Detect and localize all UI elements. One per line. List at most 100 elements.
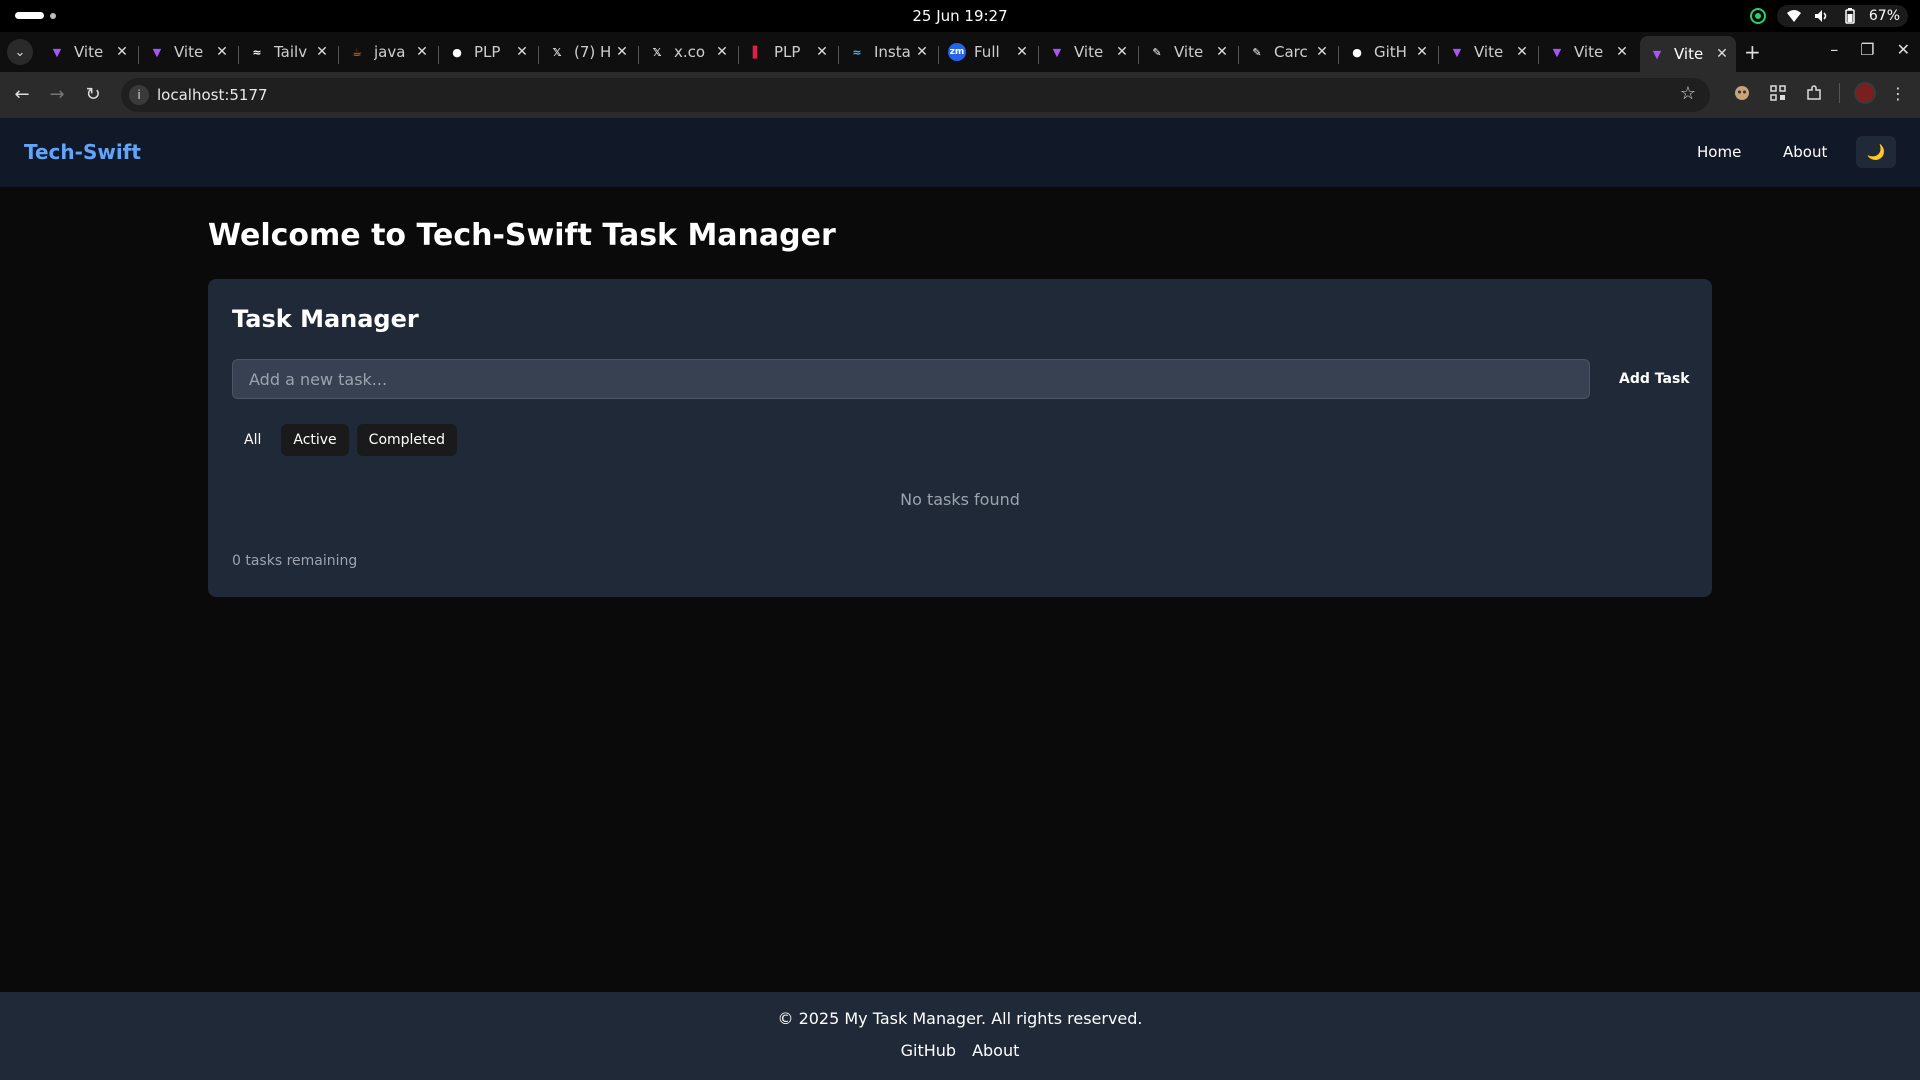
vite-icon: ▼: [152, 45, 162, 59]
new-tab-button[interactable]: +: [1744, 40, 1761, 64]
extensions-puzzle-icon[interactable]: [1803, 82, 1825, 104]
tab-separator: [1038, 46, 1039, 64]
tab-close-icon[interactable]: ✕: [814, 44, 830, 60]
tab-close-icon[interactable]: ✕: [314, 44, 330, 60]
pen-icon: ✎: [1152, 45, 1162, 59]
tab-title: PLP: [774, 43, 801, 61]
profile-avatar[interactable]: [1854, 82, 1876, 104]
tab-close-icon[interactable]: ✕: [614, 44, 630, 60]
tab-search-button[interactable]: ⌄: [7, 39, 33, 65]
browser-tab-strip: ⌄ ▼ Vite ✕ ▼ Vite ✕ ≈ Tailv ✕ ☕ java ✕ ● PLP ✕ 𝕏 (7) H ✕ 𝕏…: [0, 32, 1920, 72]
java-icon: ☕: [352, 45, 362, 59]
tab-close-icon[interactable]: ✕: [1714, 46, 1730, 62]
browser-menu-icon[interactable]: ⋮: [1890, 84, 1906, 103]
browser-tab[interactable]: ▼ Vite ✕: [40, 36, 136, 68]
back-icon[interactable]: ←: [11, 84, 33, 105]
footer-about-link[interactable]: About: [972, 1041, 1019, 1060]
tab-close-icon[interactable]: ✕: [1614, 44, 1630, 60]
toolbar-divider: [1839, 83, 1840, 103]
volume-icon: [1813, 7, 1831, 25]
theme-toggle-button[interactable]: 🌙: [1856, 136, 1896, 168]
add-task-button[interactable]: Add Task: [1607, 361, 1702, 397]
maximize-icon[interactable]: ❐: [1860, 40, 1874, 59]
zm-icon: zm: [948, 43, 966, 61]
browser-tab[interactable]: ● GitH ✕: [1340, 36, 1436, 68]
tasks-remaining-count: 0 tasks remaining: [232, 553, 358, 569]
tab-close-icon[interactable]: ✕: [114, 44, 130, 60]
tab-separator: [138, 46, 139, 64]
browser-toolbar: ← → ↻ i localhost:5177 ☆ ⋮: [0, 72, 1920, 118]
tab-title: Vite: [74, 43, 104, 61]
page-title: Welcome to Tech-Swift Task Manager: [208, 218, 836, 253]
vite-icon: ▼: [1052, 45, 1062, 59]
browser-tab[interactable]: ▌ PLP ✕: [740, 36, 836, 68]
site-info-icon[interactable]: i: [129, 85, 149, 105]
minimize-icon[interactable]: –: [1830, 40, 1838, 59]
tab-title: Insta: [874, 43, 911, 61]
browser-tab[interactable]: 𝕏x.co ✕: [640, 36, 736, 68]
browser-tab[interactable]: ✎ Vite ✕: [1140, 36, 1236, 68]
moon-icon: 🌙: [1866, 143, 1886, 161]
close-window-icon[interactable]: ✕: [1897, 40, 1910, 59]
tab-separator: [1538, 46, 1539, 64]
tab-close-icon[interactable]: ✕: [414, 44, 430, 60]
browser-tab[interactable]: ▼ Vite ✕: [1540, 36, 1636, 68]
browser-tab[interactable]: ● PLP ✕: [440, 36, 536, 68]
tab-close-icon[interactable]: ✕: [1414, 44, 1430, 60]
browser-tab[interactable]: ≈ Tailv ✕: [240, 36, 336, 68]
nav-home-link[interactable]: Home: [1697, 143, 1741, 161]
footer-github-link[interactable]: GitHub: [901, 1041, 956, 1060]
vite-icon: ▼: [1452, 45, 1462, 59]
tab-close-icon[interactable]: ✕: [1514, 44, 1530, 60]
vite-icon: ▼: [1652, 47, 1662, 61]
qr-code-icon[interactable]: [1767, 82, 1789, 104]
battery-percent: 67%: [1868, 8, 1900, 24]
tab-close-icon[interactable]: ✕: [914, 44, 930, 60]
system-status-area[interactable]: 67%: [1776, 5, 1908, 27]
browser-tab[interactable]: ▼ Vite ✕: [1040, 36, 1136, 68]
browser-tab[interactable]: zm Full ✕: [940, 36, 1036, 68]
x-icon: 𝕏: [552, 45, 562, 59]
tab-close-icon[interactable]: ✕: [1214, 44, 1230, 60]
brand-logo[interactable]: Tech-Swift: [24, 140, 141, 164]
tailwind-icon: ≈: [852, 45, 862, 59]
tab-title: Vite: [1174, 43, 1204, 61]
tab-title: Full: [974, 43, 1000, 61]
tab-close-icon[interactable]: ✕: [1314, 44, 1330, 60]
tab-separator: [1138, 46, 1139, 64]
tab-title: Vite: [1074, 43, 1104, 61]
nav-about-link[interactable]: About: [1783, 143, 1827, 161]
filter-all-button[interactable]: All: [232, 424, 273, 456]
browser-tab[interactable]: ≈ Insta ✕: [840, 36, 936, 68]
tab-close-icon[interactable]: ✕: [514, 44, 530, 60]
whatsapp-icon[interactable]: [1749, 7, 1767, 25]
os-clock[interactable]: 25 Jun 19:27: [0, 7, 1920, 25]
browser-tab[interactable]: ▼ Vite ✕: [1640, 36, 1736, 72]
tailwind-icon: ≈: [252, 45, 262, 59]
browser-tab[interactable]: ☕ java ✕: [340, 36, 436, 68]
task-manager-card: Task Manager Add Task All Active Complet…: [208, 279, 1712, 597]
browser-tab[interactable]: ▼ Vite ✕: [1440, 36, 1536, 68]
new-task-input[interactable]: [232, 359, 1590, 399]
reload-icon[interactable]: ↻: [82, 84, 104, 105]
browser-tab[interactable]: 𝕏 (7) H ✕: [540, 36, 636, 68]
browser-tab[interactable]: ▼ Vite ✕: [140, 36, 236, 68]
filter-group: All Active Completed: [232, 424, 458, 456]
tab-close-icon[interactable]: ✕: [1014, 44, 1030, 60]
tab-separator: [938, 46, 939, 64]
address-bar[interactable]: i localhost:5177 ☆: [121, 78, 1710, 112]
forward-icon[interactable]: →: [46, 84, 68, 105]
url-text[interactable]: localhost:5177: [157, 86, 268, 104]
github-icon: ●: [1352, 45, 1362, 59]
tab-close-icon[interactable]: ✕: [214, 44, 230, 60]
vite-icon: ▼: [52, 45, 62, 59]
filter-completed-button[interactable]: Completed: [356, 424, 458, 456]
tab-close-icon[interactable]: ✕: [1114, 44, 1130, 60]
empty-state-message: No tasks found: [900, 490, 1020, 509]
x-icon: 𝕏: [652, 45, 662, 59]
bookmark-star-icon[interactable]: ☆: [1680, 83, 1696, 104]
extension-icon[interactable]: [1731, 82, 1753, 104]
browser-tab[interactable]: ✎ Carc ✕: [1240, 36, 1336, 68]
filter-active-button[interactable]: Active: [281, 424, 349, 456]
tab-close-icon[interactable]: ✕: [714, 44, 730, 60]
